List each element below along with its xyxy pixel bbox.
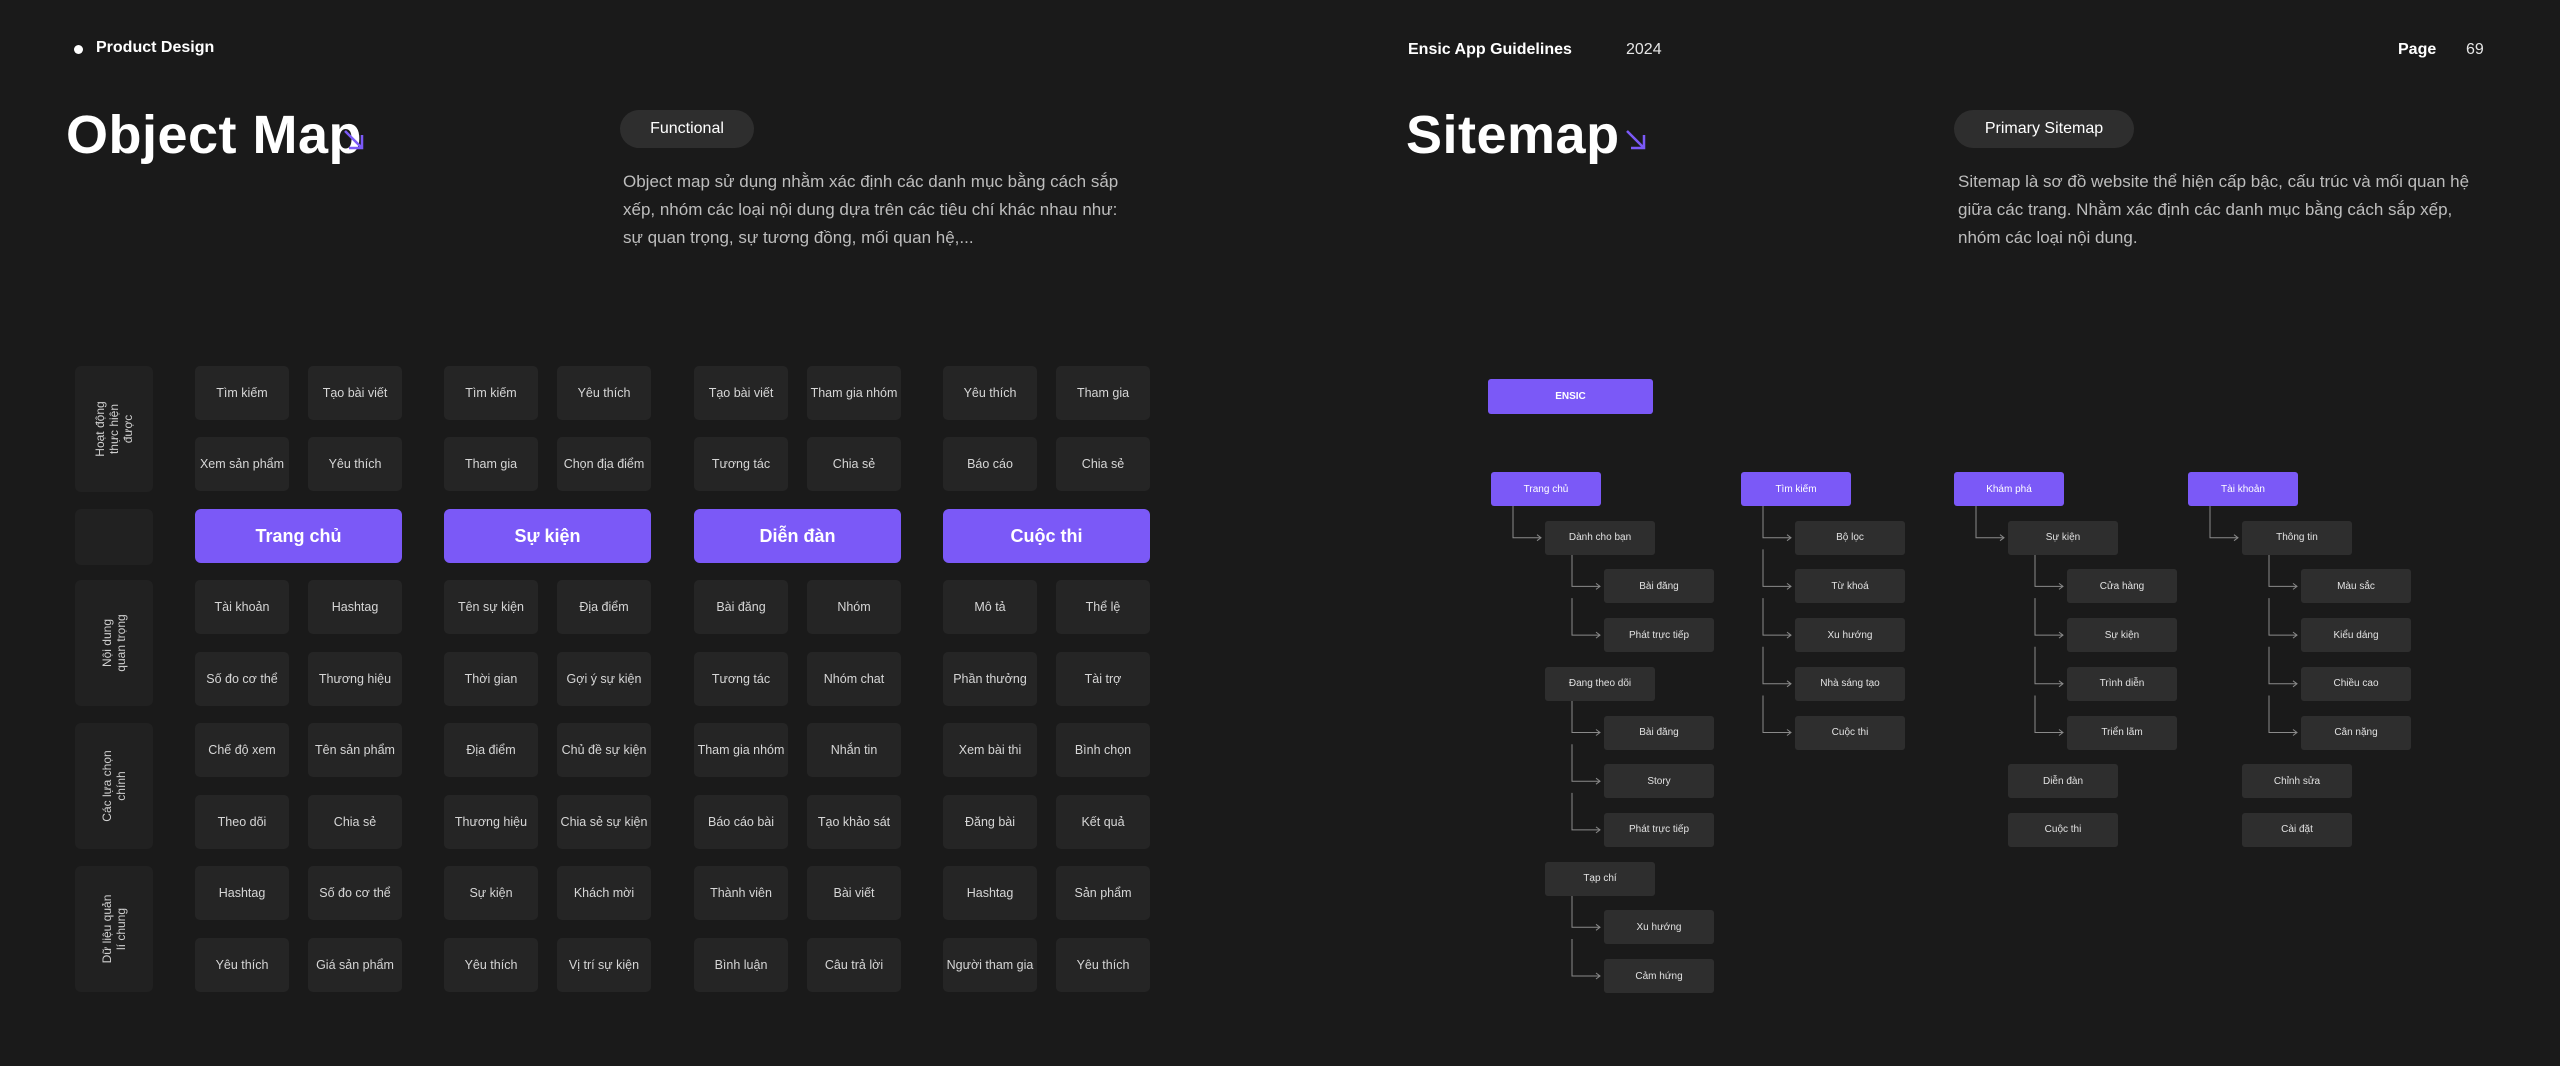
connector-line (2034, 695, 2063, 733)
sitemap-node: Dành cho bạn (1545, 520, 1655, 555)
connector-line (1571, 695, 1600, 733)
connector-line (2268, 695, 2297, 733)
sitemap-branch-header: Trang chủ (1491, 472, 1601, 506)
connector-line (1975, 500, 2004, 539)
sitemap-node: Trình diễn (2067, 666, 2177, 701)
sitemap-node: Diễn đàn (2008, 764, 2118, 799)
sitemap-node: Cuộc thi (1795, 715, 1905, 750)
connector-line (1571, 939, 1600, 977)
sitemap-node: Phát trực tiếp (1604, 812, 1714, 847)
connector-line (1571, 598, 1600, 636)
sitemap-branch-header: Tìm kiếm (1741, 472, 1851, 506)
connector-line (1762, 549, 1791, 587)
connector-line (1571, 549, 1600, 587)
sitemap-node: Cửa hàng (2067, 569, 2177, 604)
sitemap-node: Phát trực tiếp (1604, 618, 1714, 653)
sitemap-node: Triển lãm (2067, 715, 2177, 750)
connector-line (1762, 646, 1791, 685)
sitemap-node: Sự kiện (2067, 618, 2177, 653)
connector-line (1512, 500, 1541, 539)
connector-line (1762, 695, 1791, 733)
sitemap-node: Tạp chí (1545, 861, 1655, 896)
sitemap-node: Bộ lọc (1795, 520, 1905, 555)
connector-line (1762, 500, 1791, 539)
sitemap-node: Thông tin (2242, 520, 2352, 555)
connector-line (2034, 646, 2063, 685)
sitemap-node: Bài đăng (1604, 569, 1714, 604)
sitemap-node: Kiểu dáng (2301, 618, 2411, 653)
connector-line (2209, 500, 2238, 539)
sitemap-node: Xu hướng (1795, 618, 1905, 653)
connector-line (1571, 744, 1600, 782)
sitemap-connectors (1512, 500, 2298, 980)
connector-line (1762, 598, 1791, 636)
sitemap-node: Xu hướng (1604, 910, 1714, 945)
sitemap-node: Cài đặt (2242, 812, 2352, 847)
sitemap-node: Từ khoá (1795, 569, 1905, 604)
sitemap-branch-header: Khám phá (1954, 472, 2064, 506)
sitemap-node: Đang theo dõi (1545, 666, 1655, 701)
connector-line (2268, 549, 2297, 587)
connector-line (2034, 598, 2063, 636)
sitemap-node: Cảm hứng (1604, 959, 1714, 993)
sitemap-root: ENSIC (1488, 379, 1653, 414)
connector-line (1571, 890, 1600, 928)
sitemap-node: Chỉnh sửa (2242, 764, 2352, 799)
connector-line (1571, 792, 1600, 831)
sitemap-node: Cuộc thi (2008, 812, 2118, 847)
sitemap-branch-header: Tài khoản (2188, 472, 2298, 506)
sitemap-node: Cân nặng (2301, 715, 2411, 750)
sitemap-node: Sự kiện (2008, 520, 2118, 555)
sitemap-node: Chiều cao (2301, 666, 2411, 701)
sitemap-node: Màu sắc (2301, 569, 2411, 604)
connector-line (2268, 646, 2297, 685)
sitemap-node: Story (1604, 764, 1714, 799)
sitemap-node: Nhà sáng tạo (1795, 666, 1905, 701)
connector-line (2034, 549, 2063, 587)
sitemap-node: Bài đăng (1604, 715, 1714, 750)
connector-line (2268, 598, 2297, 636)
